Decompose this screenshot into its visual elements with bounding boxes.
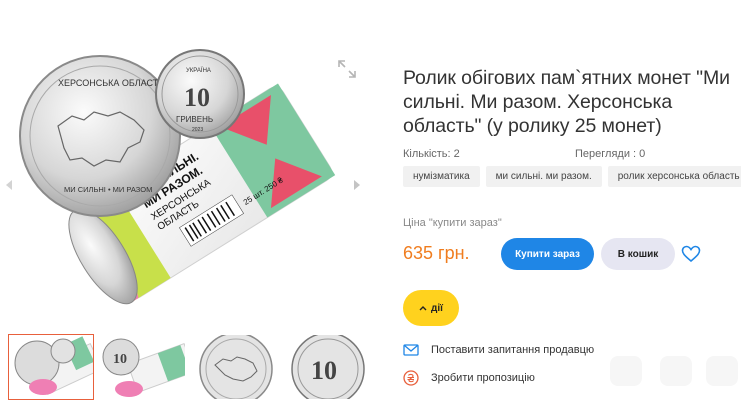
hryvnia-icon [403, 370, 419, 386]
ask-seller-label: Поставити запитання продавцю [431, 344, 595, 356]
buy-now-button[interactable]: Купити зараз [501, 238, 594, 270]
envelope-icon [403, 344, 419, 356]
background-decoration [660, 356, 692, 386]
small-coin-year: 2023 [192, 127, 203, 133]
thumbnail-4[interactable]: 10 [284, 334, 370, 400]
product-gallery: МИ СИЛЬНІ. МИ РАЗОМ. ХЕРСОНСЬКА ОБЛАСТЬ … [0, 0, 372, 419]
heart-icon[interactable] [681, 245, 701, 263]
thumbnail-strip: 10 10 [8, 334, 370, 400]
gallery-next-arrow-icon[interactable] [352, 178, 362, 192]
ask-seller-link[interactable]: Поставити запитання продавцю [403, 344, 594, 356]
tag-kherson-roll[interactable]: ролик херсонська область [607, 166, 741, 187]
svg-text:10: 10 [311, 356, 337, 385]
coin-region-text: ХЕРСОНСЬКА ОБЛАСТЬ [58, 78, 164, 88]
expand-icon[interactable] [336, 58, 358, 80]
gallery-prev-arrow-icon[interactable] [4, 178, 14, 192]
tag-list: нумізматика ми сильні. ми разом. ролик х… [403, 166, 741, 187]
small-coin-country: УКРАЇНА [186, 67, 211, 74]
product-title: Ролик обігових пам`ятних монет "Ми сильн… [403, 67, 730, 137]
make-offer-link[interactable]: Зробити пропозицію [403, 370, 535, 386]
product-main-image[interactable]: МИ СИЛЬНІ. МИ РАЗОМ. ХЕРСОНСЬКА ОБЛАСТЬ … [18, 28, 348, 328]
thumbnail-1[interactable] [8, 334, 94, 400]
price-label: Ціна "купити зараз" [403, 217, 502, 229]
tag-numismatics[interactable]: нумізматика [403, 166, 480, 187]
tag-we-are-strong[interactable]: ми сильні. ми разом. [485, 166, 602, 187]
small-coin-denomination: 10 [184, 83, 210, 112]
coin-motto-text: МИ СИЛЬНІ • МИ РАЗОМ [64, 185, 152, 194]
actions-label: дії [431, 302, 443, 314]
add-to-cart-button[interactable]: В кошик [601, 238, 675, 270]
svg-text:10: 10 [113, 352, 127, 367]
thumbnail-2[interactable]: 10 [100, 334, 186, 400]
thumbnail-3[interactable] [192, 334, 278, 400]
small-coin-currency: ГРИВЕНЬ [176, 115, 213, 124]
views-text: Перегляди : 0 [575, 148, 646, 160]
background-decoration [610, 356, 642, 386]
background-decoration [706, 356, 738, 386]
chevron-up-icon [419, 306, 427, 311]
actions-button[interactable]: дії [403, 290, 459, 326]
price-value: 635 грн. [403, 243, 470, 263]
quantity-text: Кількість: 2 [403, 148, 460, 160]
make-offer-label: Зробити пропозицію [431, 372, 535, 384]
